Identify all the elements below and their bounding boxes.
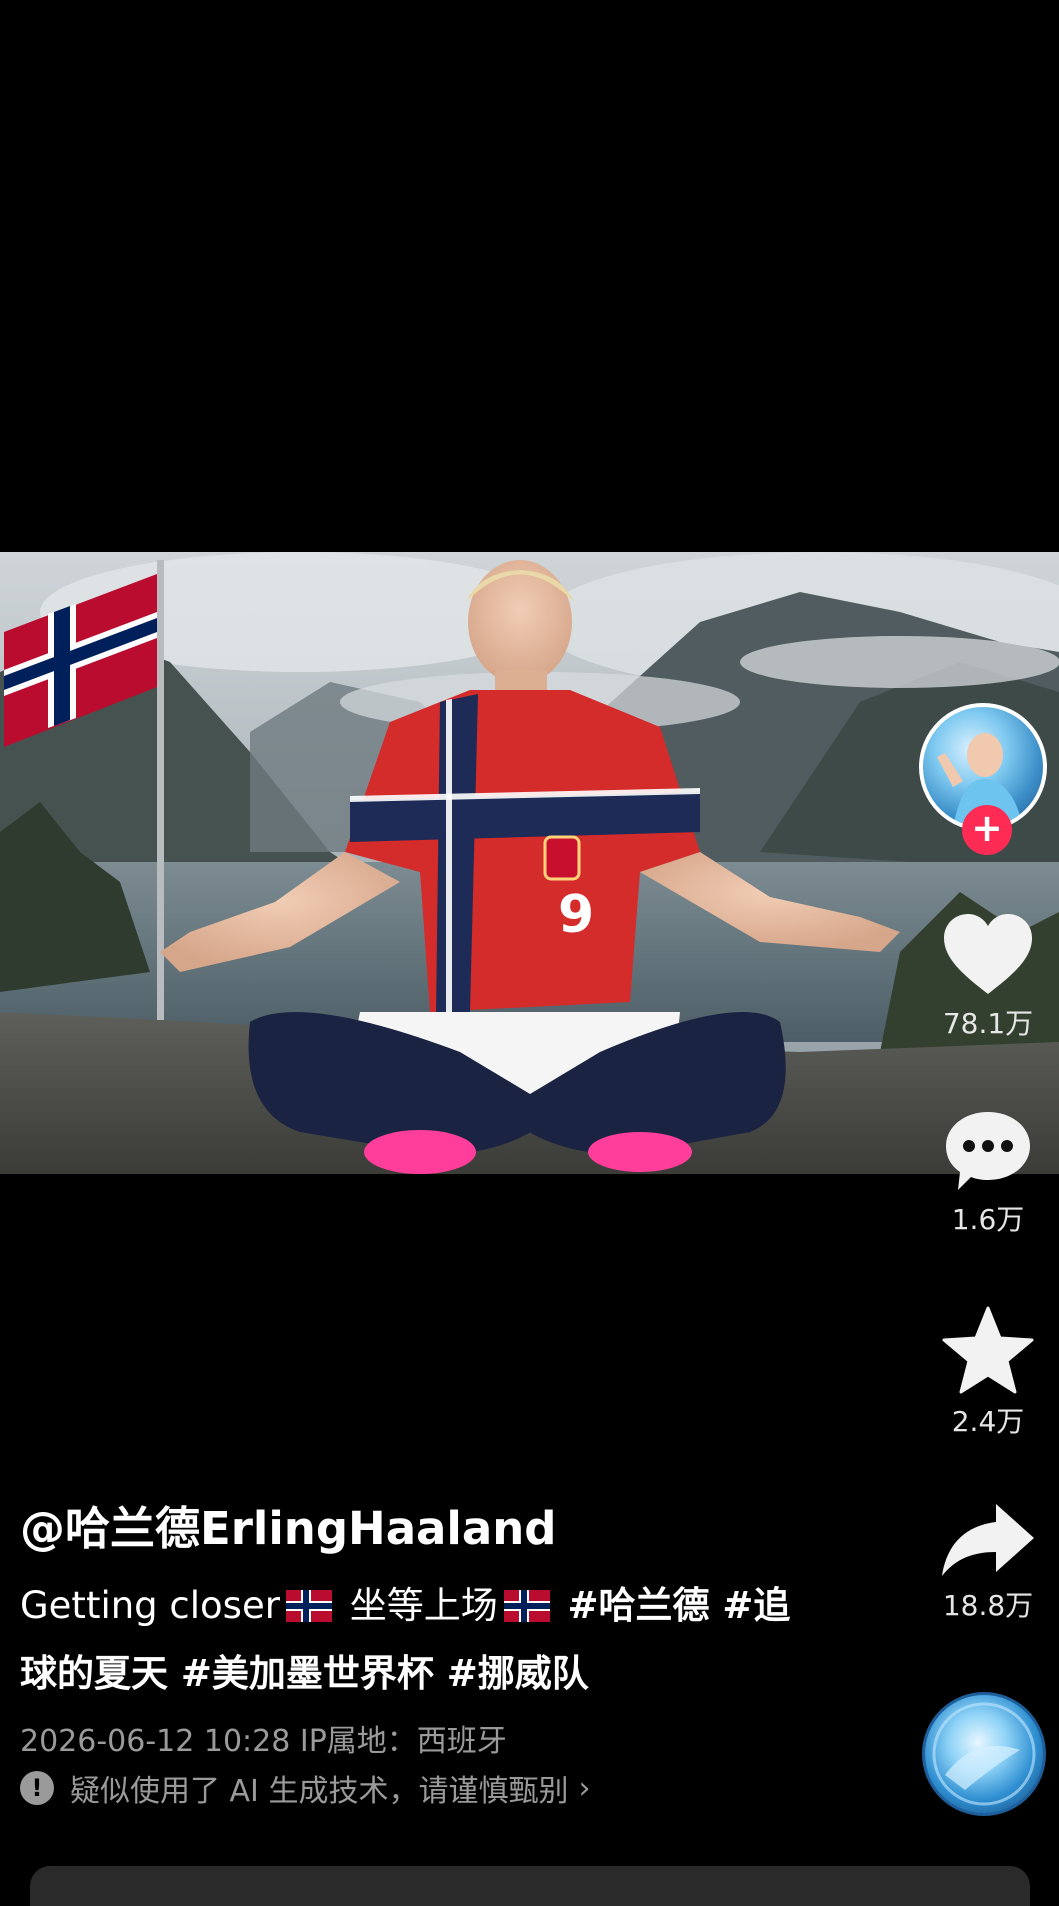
ai-notice-text: 疑似使用了 AI 生成技术，请谨慎甄别 (70, 1774, 569, 1809)
video-player[interactable]: 9 (0, 552, 1059, 1174)
caption-text-2: 坐等上场 (349, 1584, 498, 1627)
video-still: 9 (0, 552, 1059, 1174)
share-arrow-icon (942, 1504, 1034, 1576)
hashtags-line-2[interactable]: 球的夏天 #美加墨世界杯 #挪威队 (20, 1652, 589, 1695)
caption-text-1: Getting closer (20, 1584, 280, 1627)
sound-avatar[interactable] (922, 1692, 1046, 1816)
like-button[interactable]: 78.1万 (913, 912, 1059, 1042)
chevron-right-icon: › (578, 1770, 591, 1806)
comment-button[interactable]: 1.6万 (913, 1108, 1059, 1238)
author-name[interactable]: @哈兰德ErlingHaaland (20, 1492, 556, 1557)
comment-icon (946, 1112, 1030, 1190)
warning-icon: ! (20, 1771, 54, 1805)
favorite-count: 2.4万 (951, 1405, 1025, 1438)
post-caption: Getting closer 坐等上场 #哈兰德 #追 球的夏天 #美加墨世界杯… (20, 1572, 850, 1708)
share-count: 18.8万 (942, 1589, 1034, 1622)
ai-notice[interactable]: ! 疑似使用了 AI 生成技术，请谨慎甄别 › (20, 1766, 590, 1810)
jersey-number: 9 (558, 885, 594, 945)
post-meta: 2026-06-12 10:28 IP属地：西班牙 (20, 1724, 507, 1759)
hashtags-line-1[interactable]: #哈兰德 #追 (567, 1584, 790, 1627)
heart-icon (944, 914, 1032, 994)
favorite-button[interactable]: 2.4万 (913, 1306, 1059, 1440)
norway-flag-icon (503, 1590, 550, 1622)
norway-flag-icon (285, 1590, 332, 1622)
follow-button[interactable]: + (962, 805, 1012, 855)
star-icon (942, 1306, 1034, 1394)
like-count: 78.1万 (942, 1007, 1034, 1040)
share-button[interactable]: 18.8万 (913, 1502, 1059, 1624)
comment-count: 1.6万 (951, 1203, 1025, 1236)
comment-input-bar[interactable] (30, 1866, 1030, 1906)
